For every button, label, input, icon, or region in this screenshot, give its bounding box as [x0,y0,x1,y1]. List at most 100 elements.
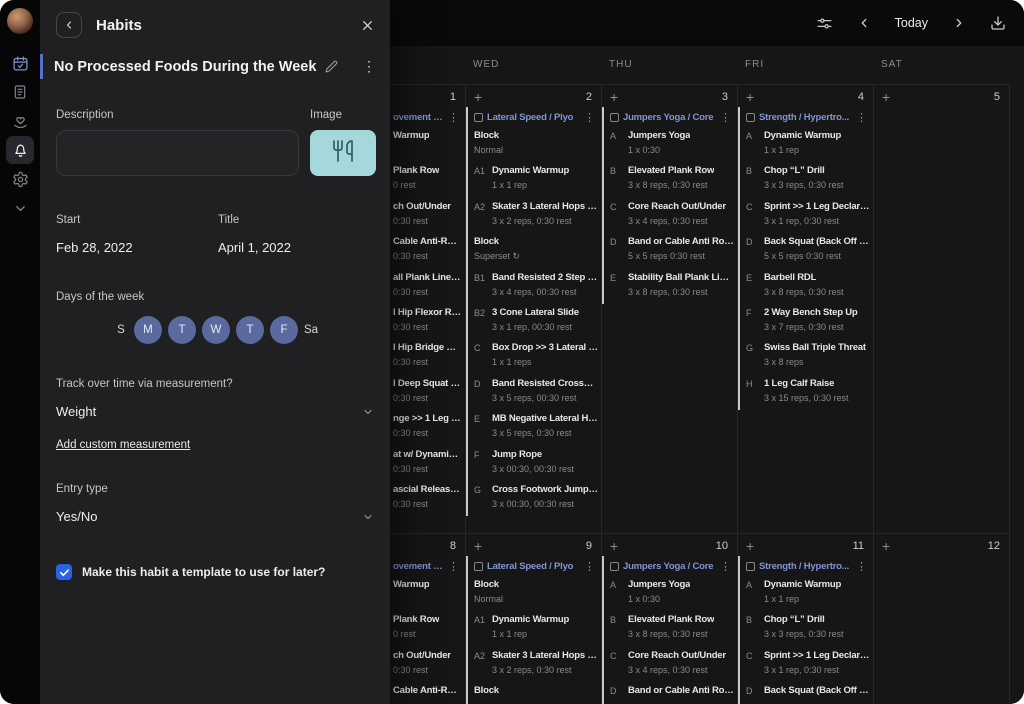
exercise-entry[interactable]: GCross Footwork Jump Rope3 x 00:30, 00:3… [474,481,598,516]
exercise-entry[interactable]: GSwiss Ball Triple Threat3 x 8 reps [746,339,870,374]
exercise-entry[interactable]: all Plank Linear ...0:30 rest [393,269,462,304]
exercise-entry[interactable]: Warmup [393,576,462,611]
exercise-entry[interactable]: CSprint >> 1 Leg Declarations3 x 1 rep, … [746,198,870,233]
exercise-entry[interactable]: EStability Ball Plank Linear ...3 x 8 re… [610,269,734,304]
habit-menu-kebab-icon[interactable]: ⋮ [362,58,376,75]
entry-type-select[interactable]: Yes/No [56,509,376,524]
workout-menu-kebab-icon[interactable]: ⋮ [719,111,734,124]
day-cell-5[interactable]: +5 [874,84,1009,533]
exercise-entry[interactable]: BElevated Plank Row3 x 8 reps, 0:30 rest [610,162,734,197]
workout-menu-kebab-icon[interactable]: ⋮ [719,560,734,573]
end-date-field[interactable]: April 1, 2022 [218,240,291,255]
workout-checkbox[interactable] [474,562,483,571]
exercise-entry[interactable]: DBack Squat (Back Off Set) [746,682,870,704]
day-cell-4[interactable]: +4Strength / Hypertro...⋮ADynamic Warmup… [738,84,873,533]
add-workout-button[interactable]: + [746,92,754,103]
exercise-entry[interactable]: Warmup [393,127,462,162]
exercise-entry[interactable]: A2Skater 3 Lateral Hops >> ...3 x 2 reps… [474,647,598,682]
add-workout-button[interactable]: + [474,92,482,103]
exercise-entry[interactable]: BlockSuperset ↻ [474,233,598,268]
workout-title[interactable]: Jumpers Yoga / Core [623,561,715,572]
workout-menu-kebab-icon[interactable]: ⋮ [447,111,462,124]
chevron-down-icon[interactable] [6,194,34,222]
day-cell-10[interactable]: +10Jumpers Yoga / Core⋮AJumpers Yoga1 x … [602,533,737,704]
day-chip-t[interactable]: T [168,316,196,344]
bell-icon[interactable] [6,136,34,164]
exercise-entry[interactable]: l Hip Flexor Rais...0:30 rest [393,304,462,339]
exercise-entry[interactable]: A1Dynamic Warmup1 x 1 rep [474,162,598,197]
add-custom-measurement-link[interactable]: Add custom measurement [56,439,190,451]
workout-checkbox[interactable] [746,113,755,122]
exercise-entry[interactable]: ADynamic Warmup1 x 1 rep [746,576,870,611]
exercise-entry[interactable]: EMB Negative Lateral Hop...3 x 5 reps, 0… [474,410,598,445]
exercise-entry[interactable]: FJump Rope3 x 00:30, 00:30 rest [474,446,598,481]
exercise-entry[interactable]: F2 Way Bench Step Up3 x 7 reps, 0:30 res… [746,304,870,339]
exercise-entry[interactable]: ch Out/Under0:30 rest [393,198,462,233]
template-checkbox[interactable] [56,564,72,580]
exercise-entry[interactable]: DBack Squat (Back Off Set)5 x 5 reps 0:3… [746,233,870,268]
day-chip-t[interactable]: T [236,316,264,344]
exercise-entry[interactable]: BChop “L” Drill3 x 3 reps, 0:30 rest [746,611,870,646]
exercise-entry[interactable]: CCore Reach Out/Under3 x 4 reps, 0:30 re… [610,647,734,682]
day-chip-w[interactable]: W [202,316,230,344]
exercise-entry[interactable]: CCore Reach Out/Under3 x 4 reps, 0:30 re… [610,198,734,233]
edit-pencil-icon[interactable] [325,60,338,73]
workout-title[interactable]: ovement Q... [393,112,443,123]
workout-title[interactable]: Lateral Speed / Plyo [487,561,579,572]
add-workout-button[interactable]: + [610,541,618,552]
exercise-entry[interactable]: AJumpers Yoga1 x 0:30 [610,576,734,611]
workout-title[interactable]: Lateral Speed / Plyo [487,112,579,123]
add-workout-button[interactable]: + [610,92,618,103]
back-button[interactable] [56,12,82,38]
add-workout-button[interactable]: + [882,541,890,552]
exercise-entry[interactable]: Cable Anti-Rotati... [393,682,462,704]
clipboard-icon[interactable] [6,78,34,106]
measurement-select[interactable]: Weight [56,404,376,419]
workout-title[interactable]: ovement Q... [393,561,443,572]
heart-hands-icon[interactable] [6,107,34,135]
workout-menu-kebab-icon[interactable]: ⋮ [583,111,598,124]
day-cell-2[interactable]: +2Lateral Speed / Plyo⋮BlockNormalA1Dyna… [466,84,601,533]
exercise-entry[interactable]: DBand or Cable Anti Rotati...5 x 5 reps … [610,233,734,268]
gear-icon[interactable] [6,165,34,193]
day-cell-12[interactable]: +12 [874,533,1009,704]
workout-checkbox[interactable] [610,113,619,122]
exercise-entry[interactable]: l Hip Bridge w/ ...0:30 rest [393,339,462,374]
workout-checkbox[interactable] [610,562,619,571]
exercise-entry[interactable]: EBarbell RDL3 x 8 reps, 0:30 rest [746,269,870,304]
exercise-entry[interactable]: BChop “L” Drill3 x 3 reps, 0:30 rest [746,162,870,197]
exercise-entry[interactable]: BlockNormal [474,127,598,162]
workout-menu-kebab-icon[interactable]: ⋮ [855,560,870,573]
workout-menu-kebab-icon[interactable]: ⋮ [447,560,462,573]
workout-checkbox[interactable] [474,113,483,122]
avatar[interactable] [7,8,33,34]
exercise-entry[interactable]: ADynamic Warmup1 x 1 rep [746,127,870,162]
close-icon[interactable] [359,17,376,34]
exercise-entry[interactable]: at w/ Dynamic P...0:30 rest [393,446,462,481]
start-date-field[interactable]: Feb 28, 2022 [56,240,218,255]
exercise-entry[interactable]: nge >> 1 Leg St...0:30 rest [393,410,462,445]
exercise-entry[interactable]: ch Out/Under0:30 rest [393,647,462,682]
workout-title[interactable]: Jumpers Yoga / Core [623,112,715,123]
day-chip-m[interactable]: M [134,316,162,344]
exercise-entry[interactable]: B1Band Resisted 2 Step Late...3 x 4 reps… [474,269,598,304]
workout-checkbox[interactable] [746,562,755,571]
workout-menu-kebab-icon[interactable]: ⋮ [583,560,598,573]
exercise-entry[interactable]: Plank Row0 rest [393,611,462,646]
exercise-entry[interactable]: AJumpers Yoga1 x 0:30 [610,127,734,162]
day-chip-sa[interactable]: Sa [304,324,318,336]
workout-title[interactable]: Strength / Hypertro... [759,561,851,572]
exercise-entry[interactable]: A2Skater 3 Lateral Hops >> ...3 x 2 reps… [474,198,598,233]
add-workout-button[interactable]: + [882,92,890,103]
exercise-entry[interactable]: BlockNormal [474,576,598,611]
exercise-entry[interactable]: H1 Leg Calf Raise3 x 15 reps, 0:30 rest [746,375,870,410]
calendar-icon[interactable] [6,49,34,77]
description-input[interactable] [56,130,299,176]
day-chip-f[interactable]: F [270,316,298,344]
exercise-entry[interactable]: CSprint >> 1 Leg Declarations3 x 1 rep, … [746,647,870,682]
exercise-entry[interactable]: DBand Resisted Crossover...3 x 5 reps, 0… [474,375,598,410]
day-cell-11[interactable]: +11Strength / Hypertro...⋮ADynamic Warmu… [738,533,873,704]
exercise-entry[interactable]: ascial Release C...0:30 rest [393,481,462,516]
day-cell-3[interactable]: +3Jumpers Yoga / Core⋮AJumpers Yoga1 x 0… [602,84,737,533]
exercise-entry[interactable]: DBand or Cable Anti Rotati... [610,682,734,704]
